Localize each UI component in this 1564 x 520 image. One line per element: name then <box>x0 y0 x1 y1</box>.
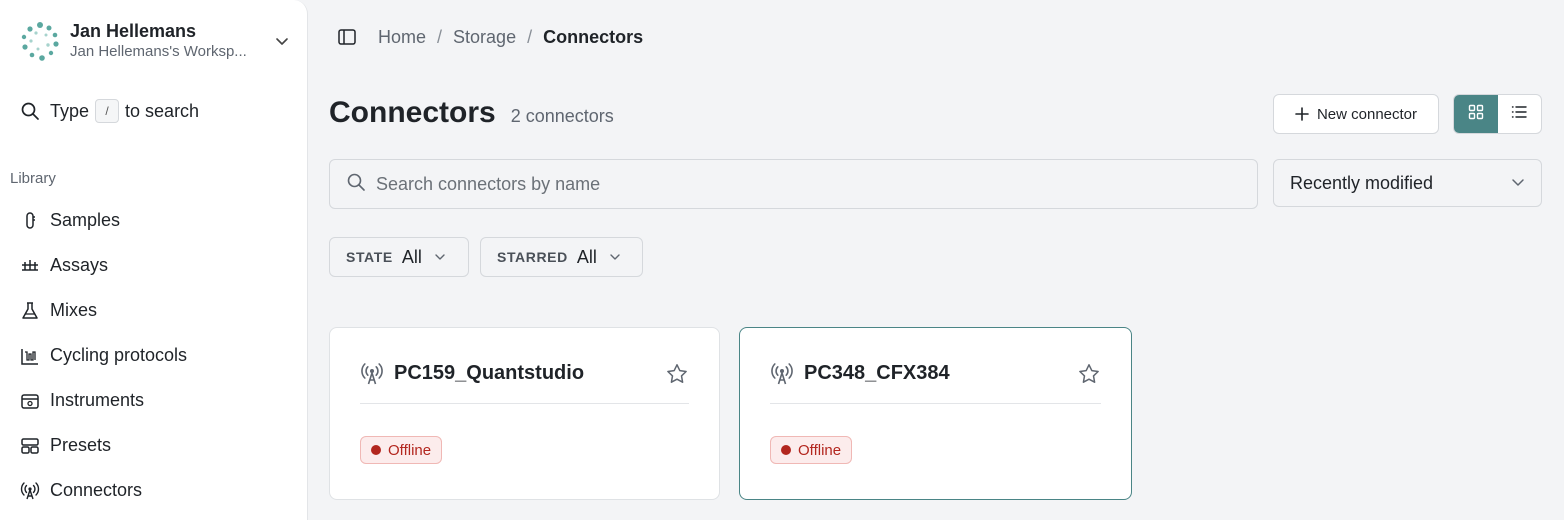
chevron-down-icon <box>609 251 621 263</box>
antenna-icon <box>360 362 384 386</box>
connector-name: PC159_Quantstudio <box>394 362 585 384</box>
status-dot <box>781 445 791 455</box>
breadcrumb-storage[interactable]: Storage <box>453 27 516 48</box>
grid-view-button[interactable] <box>1454 95 1498 133</box>
sidebar-item-assays[interactable]: Assays <box>10 243 300 288</box>
presets-icon <box>20 436 40 456</box>
breadcrumb-separator: / <box>437 26 443 47</box>
workspace-logo-icon <box>20 21 60 61</box>
workspace-switcher[interactable]: Jan Hellemans Jan Hellemans's Worksp... <box>20 18 292 64</box>
sidebar-search[interactable]: Type / to search <box>20 96 199 126</box>
sidebar-item-label: Cycling protocols <box>50 345 188 365</box>
status-label: Offline <box>388 441 432 459</box>
sidebar-search-prefix: Type <box>50 100 90 121</box>
connector-name: PC348_CFX384 <box>804 362 950 384</box>
filter-value: All <box>401 246 422 267</box>
sidebar-item-cycling-protocols[interactable]: Cycling protocols <box>10 333 300 378</box>
sidebar-item-presets[interactable]: Presets <box>10 423 300 468</box>
new-connector-label: New connector <box>1316 105 1418 123</box>
workspace-subtitle: Jan Hellemans's Worksp... <box>70 43 247 60</box>
page-title: Connectors <box>329 96 496 129</box>
sidebar-item-label: Assays <box>50 255 109 275</box>
sidebar-item-connectors[interactable]: Connectors <box>10 468 300 513</box>
search-shortcut-key: / <box>95 99 120 123</box>
view-toggle <box>1453 94 1542 134</box>
sidebar-item-mixes[interactable]: Mixes <box>10 288 300 333</box>
sidebar-item-samples[interactable]: Samples <box>10 198 300 243</box>
sidebar-item-label: Instruments <box>50 390 145 410</box>
search-input[interactable] <box>376 173 1236 195</box>
sidebar-item-label: Connectors <box>50 480 143 500</box>
sort-value: Recently modified <box>1290 172 1434 193</box>
chevron-down-icon <box>1511 173 1525 194</box>
sort-select[interactable]: Recently modified <box>1273 159 1542 207</box>
connector-count: 2 connectors <box>510 106 614 126</box>
grid-icon <box>1468 104 1484 125</box>
connector-card[interactable]: PC348_CFX384 Offline <box>739 327 1132 500</box>
antenna-icon <box>20 481 40 501</box>
filter-label: STATE <box>346 249 393 265</box>
cycling-chart-icon <box>20 346 40 366</box>
connector-search <box>329 159 1258 209</box>
new-connector-button[interactable]: New connector <box>1273 94 1439 134</box>
sidebar-item-label: Mixes <box>50 300 98 320</box>
status-dot <box>371 445 381 455</box>
sidebar-nav: Samples Assays Mixes Cycling protocols I… <box>10 198 300 513</box>
star-icon[interactable] <box>1077 362 1101 386</box>
starred-filter[interactable]: STARRED All <box>480 237 643 277</box>
breadcrumb-home[interactable]: Home <box>378 27 426 48</box>
filter-label: STARRED <box>497 249 568 265</box>
list-view-button[interactable] <box>1498 95 1542 133</box>
flask-icon <box>20 301 40 321</box>
chevron-down-icon <box>434 251 446 263</box>
workspace-name: Jan Hellemans <box>70 21 197 41</box>
sidebar-toggle-icon[interactable] <box>336 26 358 48</box>
sidebar-item-instruments[interactable]: Instruments <box>10 378 300 423</box>
sample-tube-icon <box>20 211 40 231</box>
filter-value: All <box>576 246 597 267</box>
breadcrumb-separator: / <box>527 26 533 47</box>
sidebar-search-suffix: to search <box>125 100 200 121</box>
sidebar-item-label: Presets <box>50 435 112 455</box>
assay-icon <box>20 256 40 276</box>
sidebar: Jan Hellemans Jan Hellemans's Worksp... … <box>0 0 308 520</box>
status-badge: Offline <box>770 436 853 464</box>
chevron-down-icon <box>272 31 292 51</box>
search-icon <box>346 172 366 197</box>
antenna-icon <box>770 362 794 386</box>
page-header: Connectors 2 connectors <box>329 96 614 130</box>
search-icon <box>20 101 40 121</box>
state-filter[interactable]: STATE All <box>329 237 469 277</box>
library-section-label: Library <box>10 170 56 187</box>
breadcrumb-current: Connectors <box>543 26 644 47</box>
sidebar-item-label: Samples <box>50 210 121 230</box>
status-label: Offline <box>798 441 842 459</box>
star-icon[interactable] <box>665 362 689 386</box>
status-badge: Offline <box>360 436 443 464</box>
breadcrumb: Home / Storage / Connectors <box>336 22 643 52</box>
list-icon <box>1511 104 1527 125</box>
instrument-icon <box>20 391 40 411</box>
plus-icon <box>1295 107 1309 121</box>
connector-card[interactable]: PC159_Quantstudio Offline <box>329 327 720 500</box>
